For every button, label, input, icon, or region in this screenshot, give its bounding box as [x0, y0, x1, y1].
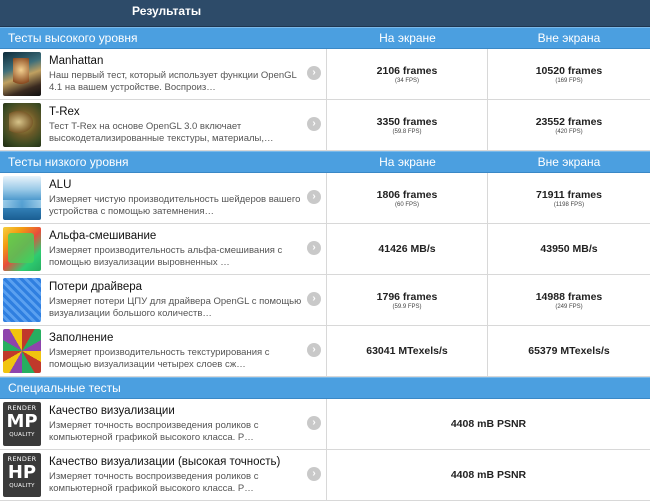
alpha-blending-thumbnail — [3, 227, 41, 271]
test-name: Качество визуализации (высокая точность) — [49, 455, 281, 468]
test-info[interactable]: ALU Измеряет чистую производительность ш… — [0, 173, 327, 223]
test-info[interactable]: Manhattan Наш первый тест, который испол… — [0, 49, 327, 99]
page-title: Результаты — [132, 4, 202, 18]
trex-thumbnail — [3, 103, 41, 147]
test-info[interactable]: Заполнение Измеряет производительность т… — [0, 326, 327, 376]
offscreen-value: 14988 frames (249 FPS) — [535, 290, 603, 310]
manhattan-thumbnail — [3, 52, 41, 96]
fill-thumbnail — [3, 329, 41, 373]
section-title: Специальные тесты — [8, 381, 121, 395]
column-offscreen: Вне экрана — [537, 155, 601, 169]
test-description: Измеряет производительность текстурирова… — [49, 346, 270, 370]
onscreen-value: 1806 frames (60 FPS) — [327, 173, 488, 223]
test-description: Измеряет точность воспроизведения ролико… — [49, 419, 259, 443]
offscreen-value: 43950 MB/s — [540, 243, 598, 255]
test-description: Измеряет точность воспроизведения ролико… — [49, 470, 259, 494]
offscreen-value: 65379 MTexels/s — [528, 345, 610, 357]
chevron-right-icon[interactable]: › — [307, 117, 321, 131]
onscreen-value: 1796 frames (59.9 FPS) — [327, 275, 488, 325]
test-row-driver-overhead[interactable]: Потери драйвера Измеряет потери ЦПУ для … — [0, 275, 650, 326]
chevron-right-icon[interactable]: › — [307, 416, 321, 430]
test-description: Тест T-Rex на основе OpenGL 3.0 включает… — [49, 120, 274, 144]
driver-overhead-thumbnail — [3, 278, 41, 322]
test-row-render-quality-high[interactable]: RENDER HP QUALITY Качество визуализации … — [0, 450, 650, 501]
section-high-level: Тесты высокого уровня На экране Вне экра… — [0, 27, 650, 49]
onscreen-value: 63041 MTexels/s — [327, 326, 488, 376]
chevron-right-icon[interactable]: › — [307, 343, 321, 357]
test-info[interactable]: T-Rex Тест T-Rex на основе OpenGL 3.0 вк… — [0, 100, 327, 150]
test-row-fill[interactable]: Заполнение Измеряет производительность т… — [0, 326, 650, 377]
render-quality-mp-badge: RENDER MP QUALITY — [3, 402, 41, 446]
column-offscreen: Вне экрана — [537, 31, 601, 45]
test-name: T-Rex — [49, 105, 80, 118]
onscreen-value: 2106 frames (34 FPS) — [327, 49, 488, 99]
section-title: Тесты низкого уровня — [8, 155, 129, 169]
onscreen-value: 3350 frames (59.8 FPS) — [327, 100, 488, 150]
render-quality-hp-badge: RENDER HP QUALITY — [3, 453, 41, 497]
result-value: 4408 mB PSNR — [450, 469, 527, 481]
chevron-right-icon[interactable]: › — [307, 66, 321, 80]
chevron-right-icon[interactable]: › — [307, 190, 321, 204]
test-description: Измеряет чистую производительность шейде… — [49, 193, 301, 217]
test-info[interactable]: Альфа-смешивание Измеряет производительн… — [0, 224, 327, 274]
alu-thumbnail — [3, 176, 41, 220]
test-description: Измеряет производительность альфа-смешив… — [49, 244, 283, 268]
test-name: Manhattan — [49, 54, 104, 67]
offscreen-value: 71911 frames (1198 FPS) — [536, 188, 602, 208]
test-row-manhattan[interactable]: Manhattan Наш первый тест, который испол… — [0, 49, 650, 100]
onscreen-value: 41426 MB/s — [327, 224, 488, 274]
chevron-right-icon[interactable]: › — [307, 241, 321, 255]
section-title: Тесты высокого уровня — [8, 31, 138, 45]
results-header: Результаты — [0, 0, 650, 27]
test-name: Заполнение — [49, 331, 114, 344]
chevron-right-icon[interactable]: › — [307, 467, 321, 481]
offscreen-value: 10520 frames (169 FPS) — [535, 64, 603, 84]
result-value: 4408 mB PSNR — [450, 418, 527, 430]
test-info[interactable]: Потери драйвера Измеряет потери ЦПУ для … — [0, 275, 327, 325]
chevron-right-icon[interactable]: › — [307, 292, 321, 306]
test-row-alu[interactable]: ALU Измеряет чистую производительность ш… — [0, 173, 650, 224]
test-row-alpha-blending[interactable]: Альфа-смешивание Измеряет производительн… — [0, 224, 650, 275]
section-special: Специальные тесты — [0, 377, 650, 399]
test-info[interactable]: RENDER MP QUALITY Качество визуализации … — [0, 399, 327, 449]
offscreen-value: 23552 frames (420 FPS) — [535, 115, 603, 135]
section-low-level: Тесты низкого уровня На экране Вне экран… — [0, 151, 650, 173]
test-name: Потери драйвера — [49, 280, 143, 293]
test-info[interactable]: RENDER HP QUALITY Качество визуализации … — [0, 450, 327, 500]
test-description: Наш первый тест, который использует функ… — [49, 69, 297, 93]
test-row-render-quality[interactable]: RENDER MP QUALITY Качество визуализации … — [0, 399, 650, 450]
test-row-trex[interactable]: T-Rex Тест T-Rex на основе OpenGL 3.0 вк… — [0, 100, 650, 151]
column-onscreen: На экране — [379, 155, 436, 169]
test-name: Альфа-смешивание — [49, 229, 157, 242]
test-name: ALU — [49, 178, 72, 191]
test-description: Измеряет потери ЦПУ для драйвера OpenGL … — [49, 295, 302, 319]
column-onscreen: На экране — [379, 31, 436, 45]
test-name: Качество визуализации — [49, 404, 175, 417]
